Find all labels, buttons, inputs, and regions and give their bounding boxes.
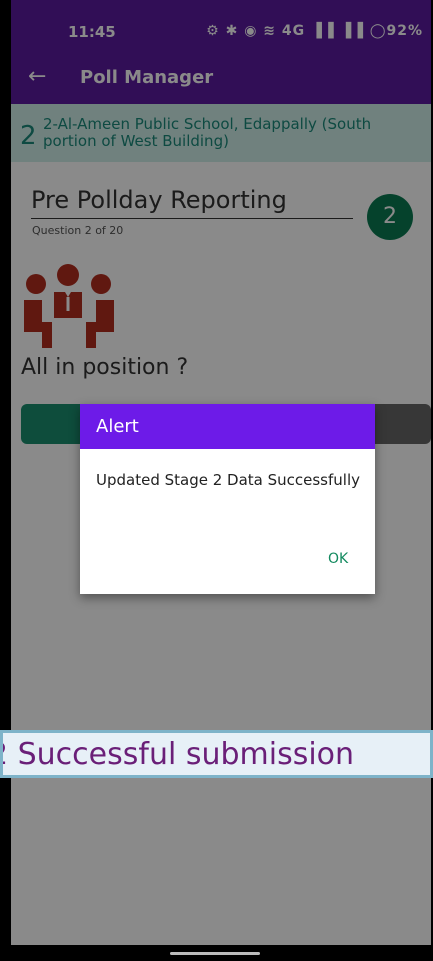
left-bezel <box>0 0 11 961</box>
alert-dialog: Alert Updated Stage 2 Data Successfully … <box>80 404 375 594</box>
gesture-handle[interactable] <box>170 952 260 955</box>
phone-frame: 11:45 ⚙ ✱ ◉ ≋ 4G ▐▐ ▐▐ ◯92% ← Poll Manag… <box>0 0 433 961</box>
alert-title: Alert <box>96 416 139 437</box>
app-screen: 11:45 ⚙ ✱ ◉ ≋ 4G ▐▐ ▐▐ ◯92% ← Poll Manag… <box>11 0 431 961</box>
alert-message: Updated Stage 2 Data Successfully <box>96 471 361 489</box>
ok-button[interactable]: OK <box>328 551 348 567</box>
alert-header: Alert <box>80 404 375 449</box>
caption-text: 2 Successful submission <box>0 737 355 772</box>
caption-banner: 2 Successful submission <box>0 730 433 778</box>
